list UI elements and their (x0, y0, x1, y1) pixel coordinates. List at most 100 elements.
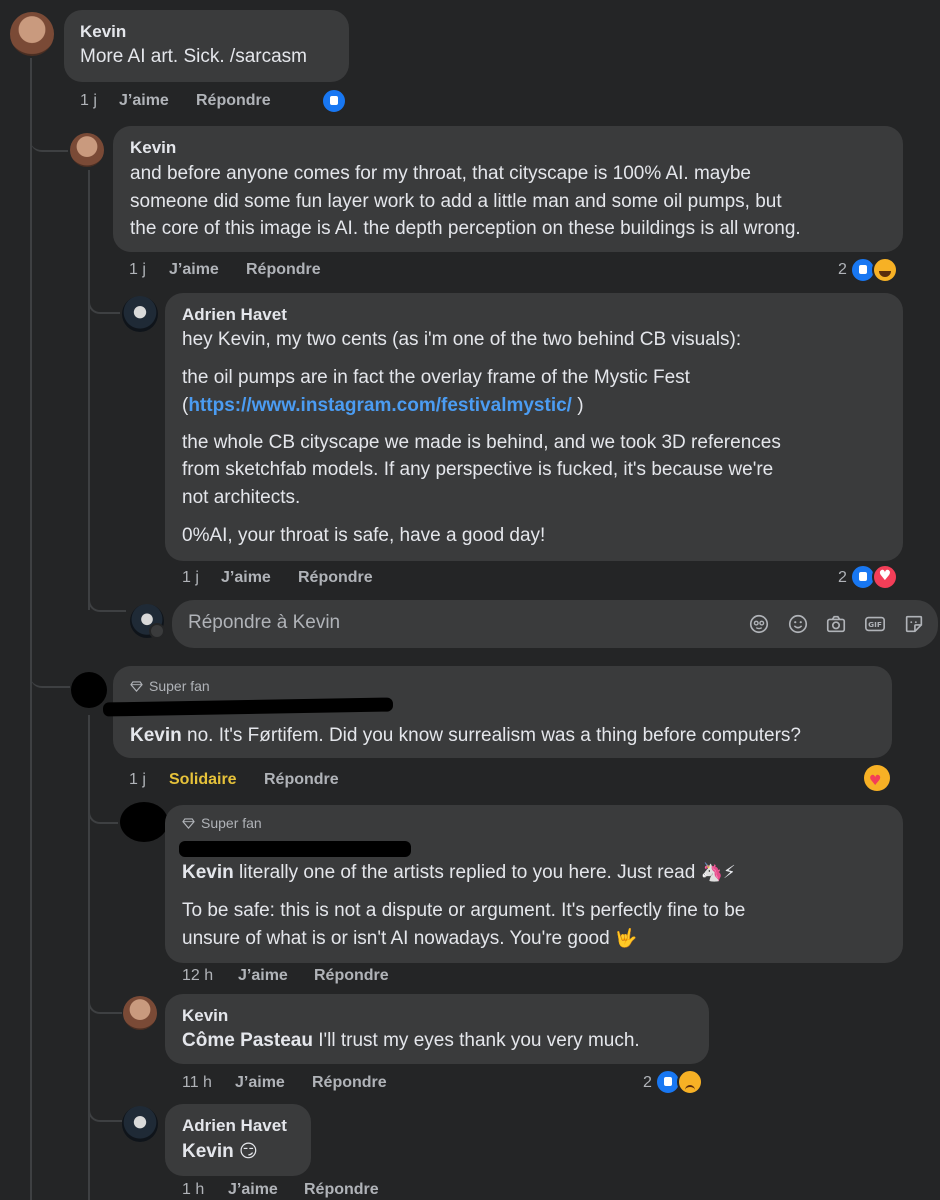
unicorn-lightning-emoji: 🦄⚡ (700, 862, 736, 883)
comment-time[interactable]: 1 h (182, 1181, 204, 1199)
smirk-emoji: 😏 (239, 1141, 258, 1162)
camera-icon[interactable] (825, 613, 847, 635)
care-reaction-icon[interactable] (864, 765, 890, 791)
reply-button[interactable]: Répondre (304, 1181, 379, 1199)
comment-body: unsure of what is or isn't AI nowadays. … (182, 928, 615, 949)
badge-label: Super fan (201, 815, 262, 831)
comment-text-line: To be safe: this is not a dispute or arg… (182, 900, 746, 921)
reply-button[interactable]: Répondre (312, 1074, 387, 1092)
comment-bubble-5: Super fan Kevin literally one of the art… (165, 805, 903, 963)
avatar-kevin[interactable] (70, 133, 104, 167)
thread-line-c2 (88, 170, 90, 610)
rock-hand-emoji: 🤟 (614, 928, 638, 949)
mention-kevin[interactable]: Kevin (182, 862, 234, 883)
thread-line-c4 (88, 715, 90, 1200)
thread-curve-c7 (88, 1098, 122, 1122)
chevron-down-icon[interactable] (149, 623, 165, 639)
thread-curve-c2 (30, 120, 68, 152)
reaction-count[interactable]: 2 (838, 261, 847, 279)
comment-author[interactable]: Adrien Havet (182, 1116, 287, 1136)
avatar-kevin[interactable] (10, 12, 54, 56)
redacted-author-name (102, 697, 394, 717)
comment-bubble-2: Kevin and before anyone comes for my thr… (113, 126, 903, 252)
reply-button[interactable]: Répondre (246, 261, 321, 279)
comment-text-line: someone did some fun layer work to add a… (130, 191, 782, 212)
comment-paragraph: not architects. (182, 487, 301, 508)
comment-bubble-3: Adrien Havet hey Kevin, my two cents (as… (165, 293, 903, 561)
thread-curve-c3 (88, 290, 120, 314)
comment-bubble-1: Kevin More AI art. Sick. /sarcasm (64, 10, 349, 82)
sticker-icon[interactable] (903, 613, 925, 635)
haha-reaction-icon[interactable] (872, 257, 898, 283)
comment-text-line: the core of this image is AI. the depth … (130, 218, 801, 239)
diamond-icon (182, 818, 195, 829)
redacted-author-name (179, 841, 411, 857)
gif-icon[interactable]: GIF (864, 613, 886, 635)
comment-text: Kevin no. It's Førtifem. Did you know su… (130, 722, 801, 750)
comment-paragraph: from sketchfab models. If any perspectiv… (182, 459, 774, 480)
comment-bubble-6: Kevin Côme Pasteau I'll trust my eyes th… (165, 994, 709, 1064)
comment-text: More AI art. Sick. /sarcasm (80, 46, 307, 67)
super-fan-badge: Super fan (130, 678, 210, 694)
mention-kevin[interactable]: Kevin (130, 725, 182, 746)
reaction-count[interactable]: 2 (838, 569, 847, 587)
paren-close: ) (571, 395, 584, 416)
reply-button[interactable]: Répondre (298, 569, 373, 587)
avatar-kevin[interactable] (123, 996, 157, 1030)
comment-body: literally one of the artists replied to … (233, 862, 701, 883)
comment-bubble-7: Adrien Havet Kevin 😏 (165, 1104, 311, 1176)
comment-bubble-4: Super fan Kevin no. It's Førtifem. Did y… (102, 666, 892, 758)
badge-label: Super fan (149, 678, 210, 694)
diamond-icon (130, 681, 143, 692)
emoji-icon[interactable] (787, 613, 809, 635)
reply-input[interactable]: Répondre à Kevin GIF (172, 600, 938, 648)
like-button[interactable]: J’aime (169, 261, 219, 279)
comment-time[interactable]: 1 j (129, 261, 146, 279)
mention-kevin[interactable]: Kevin (182, 1141, 234, 1162)
thread-curve-replybox (88, 588, 126, 612)
avatar-adrien-havet[interactable] (122, 1106, 158, 1142)
comment-time[interactable]: 1 j (129, 771, 146, 789)
comment-time[interactable]: 1 j (182, 569, 199, 587)
avatar-adrien-havet[interactable] (122, 296, 158, 332)
comment-text: Kevin literally one of the artists repli… (182, 859, 736, 887)
comment-time[interactable]: 11 h (182, 1074, 212, 1092)
reply-button[interactable]: Répondre (196, 92, 271, 110)
gif-label: GIF (868, 620, 882, 629)
comment-link-line: (https://www.instagram.com/festivalmysti… (182, 392, 584, 420)
avatar-sticker-icon[interactable] (748, 613, 770, 635)
reply-button[interactable]: Répondre (314, 967, 389, 985)
comment-author[interactable]: Adrien Havet (182, 305, 287, 325)
comment-time[interactable]: 1 j (80, 92, 97, 110)
like-button[interactable]: J’aime (228, 1181, 278, 1199)
like-reaction-icon[interactable] (321, 88, 347, 114)
reply-button[interactable]: Répondre (264, 771, 339, 789)
like-button[interactable]: J’aime (119, 92, 169, 110)
love-reaction-icon[interactable] (872, 564, 898, 590)
like-button[interactable]: J’aime (221, 569, 271, 587)
reply-placeholder: Répondre à Kevin (188, 612, 341, 633)
comment-author[interactable]: Kevin (130, 138, 176, 158)
comment-time[interactable]: 12 h (182, 967, 213, 985)
comment-text: Côme Pasteau I'll trust my eyes thank yo… (182, 1027, 640, 1055)
thread-curve-c6 (88, 990, 122, 1014)
thread-line-main (30, 58, 32, 1200)
comment-paragraph: 0%AI, your throat is safe, have a good d… (182, 525, 546, 546)
instagram-link[interactable]: https://www.instagram.com/festivalmystic… (188, 395, 572, 416)
comment-body: no. It's Førtifem. Did you know surreali… (181, 725, 802, 746)
comment-body: I'll trust my eyes thank you very much. (312, 1030, 640, 1051)
sad-reaction-icon[interactable] (677, 1069, 703, 1095)
like-button[interactable]: J’aime (238, 967, 288, 985)
avatar-redacted[interactable] (71, 672, 107, 708)
comment-author[interactable]: Kevin (182, 1006, 228, 1026)
comment-text-line: unsure of what is or isn't AI nowadays. … (182, 925, 637, 953)
reaction-count[interactable]: 2 (643, 1074, 652, 1092)
like-button[interactable]: J’aime (235, 1074, 285, 1092)
comment-paragraph: the whole CB cityscape we made is behind… (182, 432, 781, 453)
comment-author[interactable]: Kevin (80, 22, 126, 42)
comment-text-line: and before anyone comes for my throat, t… (130, 163, 751, 184)
solidaire-button[interactable]: Solidaire (169, 771, 237, 789)
comment-text: Kevin 😏 (182, 1138, 258, 1166)
mention-come-pasteau[interactable]: Côme Pasteau (182, 1030, 313, 1051)
avatar-redacted[interactable] (120, 802, 168, 842)
